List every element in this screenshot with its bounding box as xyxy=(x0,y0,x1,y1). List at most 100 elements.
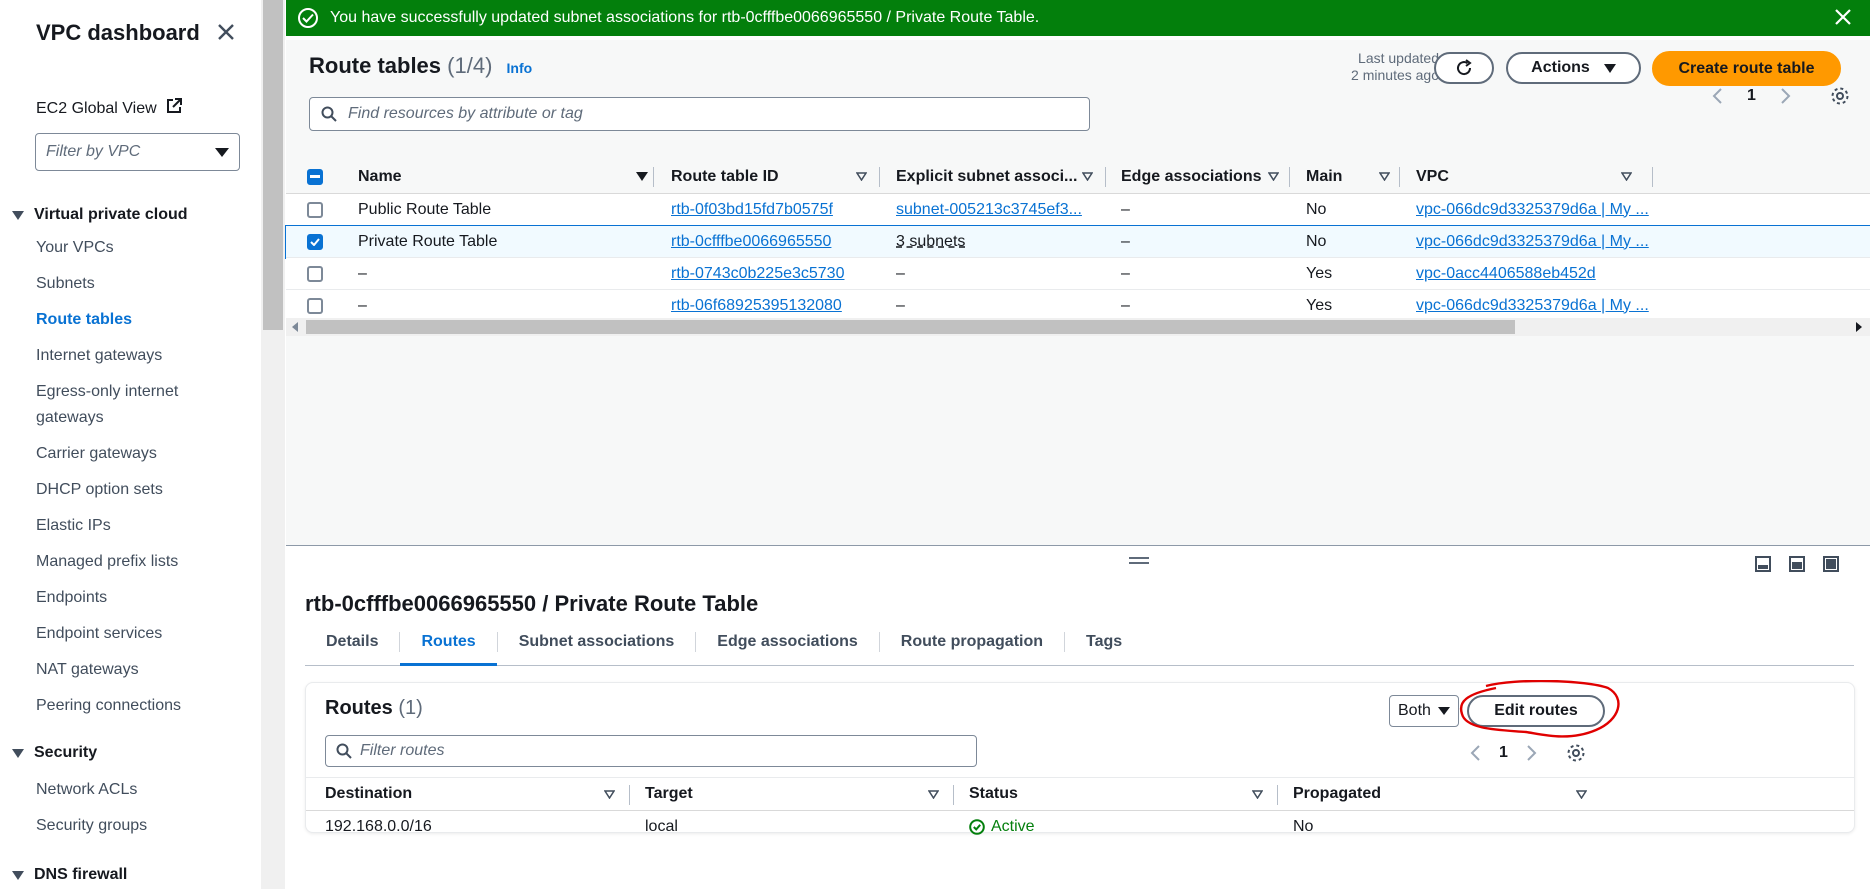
routes-current-page[interactable]: 1 xyxy=(1499,744,1508,762)
edit-routes-button[interactable]: Edit routes xyxy=(1467,695,1605,727)
column-header-status[interactable]: Status xyxy=(969,778,1263,810)
sidebar-item-endpoints[interactable]: Endpoints xyxy=(36,585,236,611)
select-all-checkbox[interactable] xyxy=(307,160,327,193)
cell-route-table-id-link[interactable]: rtb-0f03bd15fd7b0575f xyxy=(671,194,871,225)
scroll-left-arrow-icon[interactable] xyxy=(292,322,298,332)
nav-section-virtual-private-cloud[interactable]: Virtual private cloud xyxy=(12,206,188,224)
gear-icon[interactable] xyxy=(1566,743,1586,763)
info-link[interactable]: Info xyxy=(507,60,533,76)
column-divider[interactable] xyxy=(953,785,954,805)
panel-medium-icon[interactable] xyxy=(1789,556,1805,572)
column-header-propagated[interactable]: Propagated xyxy=(1293,778,1587,810)
chevron-left-icon[interactable] xyxy=(1469,744,1481,762)
table-row[interactable]: 192.168.0.0/16 local Active No xyxy=(306,811,1854,843)
sidebar-scrollbar[interactable] xyxy=(261,0,285,889)
nav-section-label: Virtual private cloud xyxy=(34,206,188,223)
cell-explicit-subnet-popover[interactable]: 3 subnets xyxy=(896,226,1096,257)
tab-tags[interactable]: Tags xyxy=(1065,632,1143,652)
row-checkbox[interactable] xyxy=(307,290,323,321)
column-divider[interactable] xyxy=(1277,785,1278,805)
gear-icon[interactable] xyxy=(1830,86,1850,106)
sidebar-item-internet-gateways[interactable]: Internet gateways xyxy=(36,343,236,369)
sidebar-item-elastic-ips[interactable]: Elastic IPs xyxy=(36,513,236,539)
column-divider[interactable] xyxy=(1399,167,1400,187)
column-divider[interactable] xyxy=(1652,167,1653,187)
sidebar-item-security-groups[interactable]: Security groups xyxy=(36,813,236,839)
horizontal-scrollbar[interactable] xyxy=(286,318,1870,336)
table-row[interactable]: Public Route Table rtb-0f03bd15fd7b0575f… xyxy=(286,194,1870,226)
cell-explicit-subnet-link[interactable]: subnet-005213c3745ef3... xyxy=(896,194,1096,225)
column-header-name[interactable]: Name xyxy=(358,160,648,193)
column-label: Edge associations xyxy=(1121,167,1262,185)
sidebar-item-your-vpcs[interactable]: Your VPCs xyxy=(36,235,236,261)
cell-vpc-link[interactable]: vpc-066dc9d3325379d6a | My ... xyxy=(1416,226,1666,257)
sidebar-item-dhcp-option-sets[interactable]: DHCP option sets xyxy=(36,477,236,503)
sort-icon xyxy=(1082,172,1093,181)
cell-route-table-id-link[interactable]: rtb-06f68925395132080 xyxy=(671,290,871,321)
tab-route-propagation[interactable]: Route propagation xyxy=(880,632,1066,652)
vpc-filter-select[interactable]: Filter by VPC xyxy=(35,133,240,171)
column-header-target[interactable]: Target xyxy=(645,778,939,810)
sidebar-item-route-tables[interactable]: Route tables xyxy=(36,307,236,333)
refresh-button[interactable] xyxy=(1434,52,1494,84)
column-label: Explicit subnet associ... xyxy=(896,167,1078,185)
tab-details[interactable]: Details xyxy=(305,632,401,652)
panel-full-icon[interactable] xyxy=(1823,556,1839,572)
cell-vpc-link[interactable]: vpc-066dc9d3325379d6a | My ... xyxy=(1416,194,1666,225)
sidebar-scrollbar-thumb[interactable] xyxy=(263,0,283,330)
cell-vpc-link[interactable]: vpc-066dc9d3325379d6a | My ... xyxy=(1416,290,1666,321)
selection-count: (1/4) xyxy=(447,53,493,78)
column-header-vpc[interactable]: VPC xyxy=(1416,160,1632,193)
close-icon[interactable] xyxy=(214,20,238,44)
sidebar-item-nat-gateways[interactable]: NAT gateways xyxy=(36,657,236,683)
cell-edge: – xyxy=(1121,200,1130,218)
table-row[interactable]: – rtb-0743c0b225e3c5730 – – Yes vpc-0acc… xyxy=(286,258,1870,290)
routes-search-input[interactable]: Filter routes xyxy=(325,735,977,767)
row-checkbox[interactable] xyxy=(307,194,323,225)
nav-section-label: DNS firewall xyxy=(34,866,128,883)
row-checkbox-checked[interactable] xyxy=(307,226,323,257)
column-divider[interactable] xyxy=(1289,167,1290,187)
nav-section-security[interactable]: Security xyxy=(12,744,97,762)
resize-handle[interactable] xyxy=(1129,557,1149,564)
sidebar-item-egress-only-internet-gateways[interactable]: Egress-only internet gateways xyxy=(36,379,206,431)
row-checkbox[interactable] xyxy=(307,258,323,289)
horizontal-scrollbar-thumb[interactable] xyxy=(306,320,1515,334)
cell-vpc-link[interactable]: vpc-0acc4406588eb452d xyxy=(1416,258,1666,289)
create-route-table-button[interactable]: Create route table xyxy=(1652,51,1841,86)
panel-small-icon[interactable] xyxy=(1755,556,1771,572)
route-filter-select[interactable]: Both xyxy=(1389,695,1459,727)
column-header-explicit-subnet-associations[interactable]: Explicit subnet associ... xyxy=(896,160,1093,193)
sidebar-item-managed-prefix-lists[interactable]: Managed prefix lists xyxy=(36,549,236,575)
chevron-left-icon[interactable] xyxy=(1711,87,1723,105)
nav-section-dns-firewall[interactable]: DNS firewall xyxy=(12,866,127,884)
sidebar-item-peering-connections[interactable]: Peering connections xyxy=(36,693,236,719)
tab-edge-associations[interactable]: Edge associations xyxy=(696,632,880,652)
chevron-right-icon[interactable] xyxy=(1780,87,1792,105)
actions-button[interactable]: Actions xyxy=(1506,52,1641,84)
sidebar-item-subnets[interactable]: Subnets xyxy=(36,271,236,297)
column-header-destination[interactable]: Destination xyxy=(325,778,615,810)
cell-route-table-id-link[interactable]: rtb-0cfffbe0066965550 xyxy=(671,226,871,257)
column-header-edge-associations[interactable]: Edge associations xyxy=(1121,160,1279,193)
column-divider[interactable] xyxy=(879,167,880,187)
current-page[interactable]: 1 xyxy=(1747,87,1756,105)
column-divider[interactable] xyxy=(1105,167,1106,187)
chevron-right-icon[interactable] xyxy=(1526,744,1538,762)
ec2-global-view-link[interactable]: EC2 Global View xyxy=(36,97,183,120)
tab-routes[interactable]: Routes xyxy=(400,632,498,666)
column-divider[interactable] xyxy=(629,785,630,805)
tab-subnet-associations[interactable]: Subnet associations xyxy=(498,632,697,652)
dismiss-icon[interactable] xyxy=(1834,6,1852,32)
column-header-route-table-id[interactable]: Route table ID xyxy=(671,160,867,193)
table-row-selected[interactable]: Private Route Table rtb-0cfffbe006696555… xyxy=(285,225,1870,259)
cell-route-table-id-link[interactable]: rtb-0743c0b225e3c5730 xyxy=(671,258,871,289)
sidebar-item-carrier-gateways[interactable]: Carrier gateways xyxy=(36,441,236,467)
column-divider[interactable] xyxy=(653,167,654,187)
resource-search-input[interactable]: Find resources by attribute or tag xyxy=(309,97,1090,131)
panel-layout-controls xyxy=(1755,556,1839,572)
sidebar-item-endpoint-services[interactable]: Endpoint services xyxy=(36,621,236,647)
scroll-right-arrow-icon[interactable] xyxy=(1856,322,1862,332)
column-header-main[interactable]: Main xyxy=(1306,160,1390,193)
sidebar-item-network-acls[interactable]: Network ACLs xyxy=(36,777,236,803)
